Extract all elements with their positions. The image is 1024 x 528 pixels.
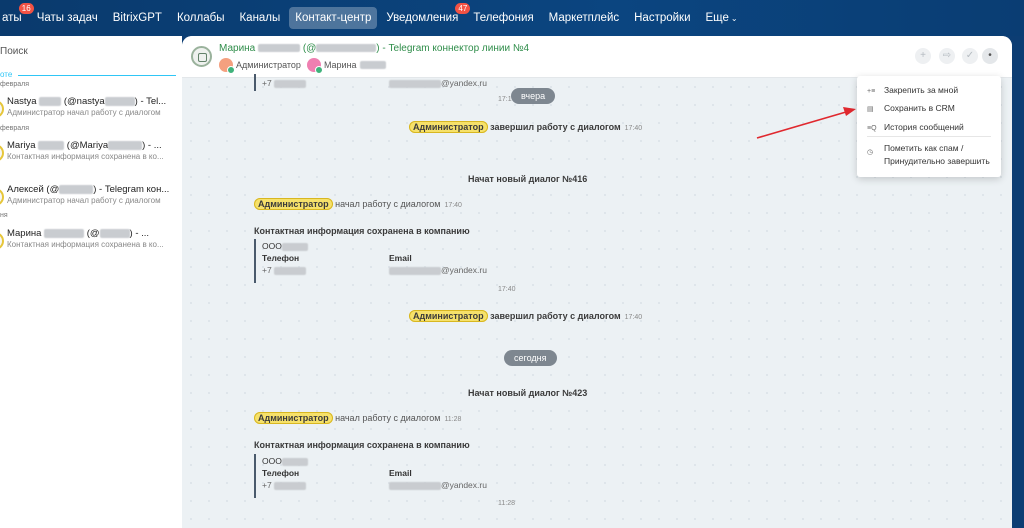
- history-search-icon: ≡Q: [867, 125, 877, 132]
- stop-circle-icon: ◷: [867, 149, 874, 156]
- menu-divider: [867, 136, 991, 137]
- menu-item-history[interactable]: ≡Q История сообщений: [867, 122, 964, 132]
- crm-save-icon: ▤: [867, 106, 874, 113]
- more-actions-menu: +≡ Закрепить за мной ▤ Сохранить в CRM ≡Q И…: [857, 76, 1001, 177]
- pin-list-icon: +≡: [867, 88, 876, 95]
- menu-item-pin[interactable]: +≡ Закрепить за мной: [867, 85, 958, 95]
- menu-item-save-crm[interactable]: ▤ Сохранить в CRM: [867, 103, 955, 113]
- menu-item-spam[interactable]: ◷ Пометить как спам / Принудительно заверш…: [867, 142, 990, 168]
